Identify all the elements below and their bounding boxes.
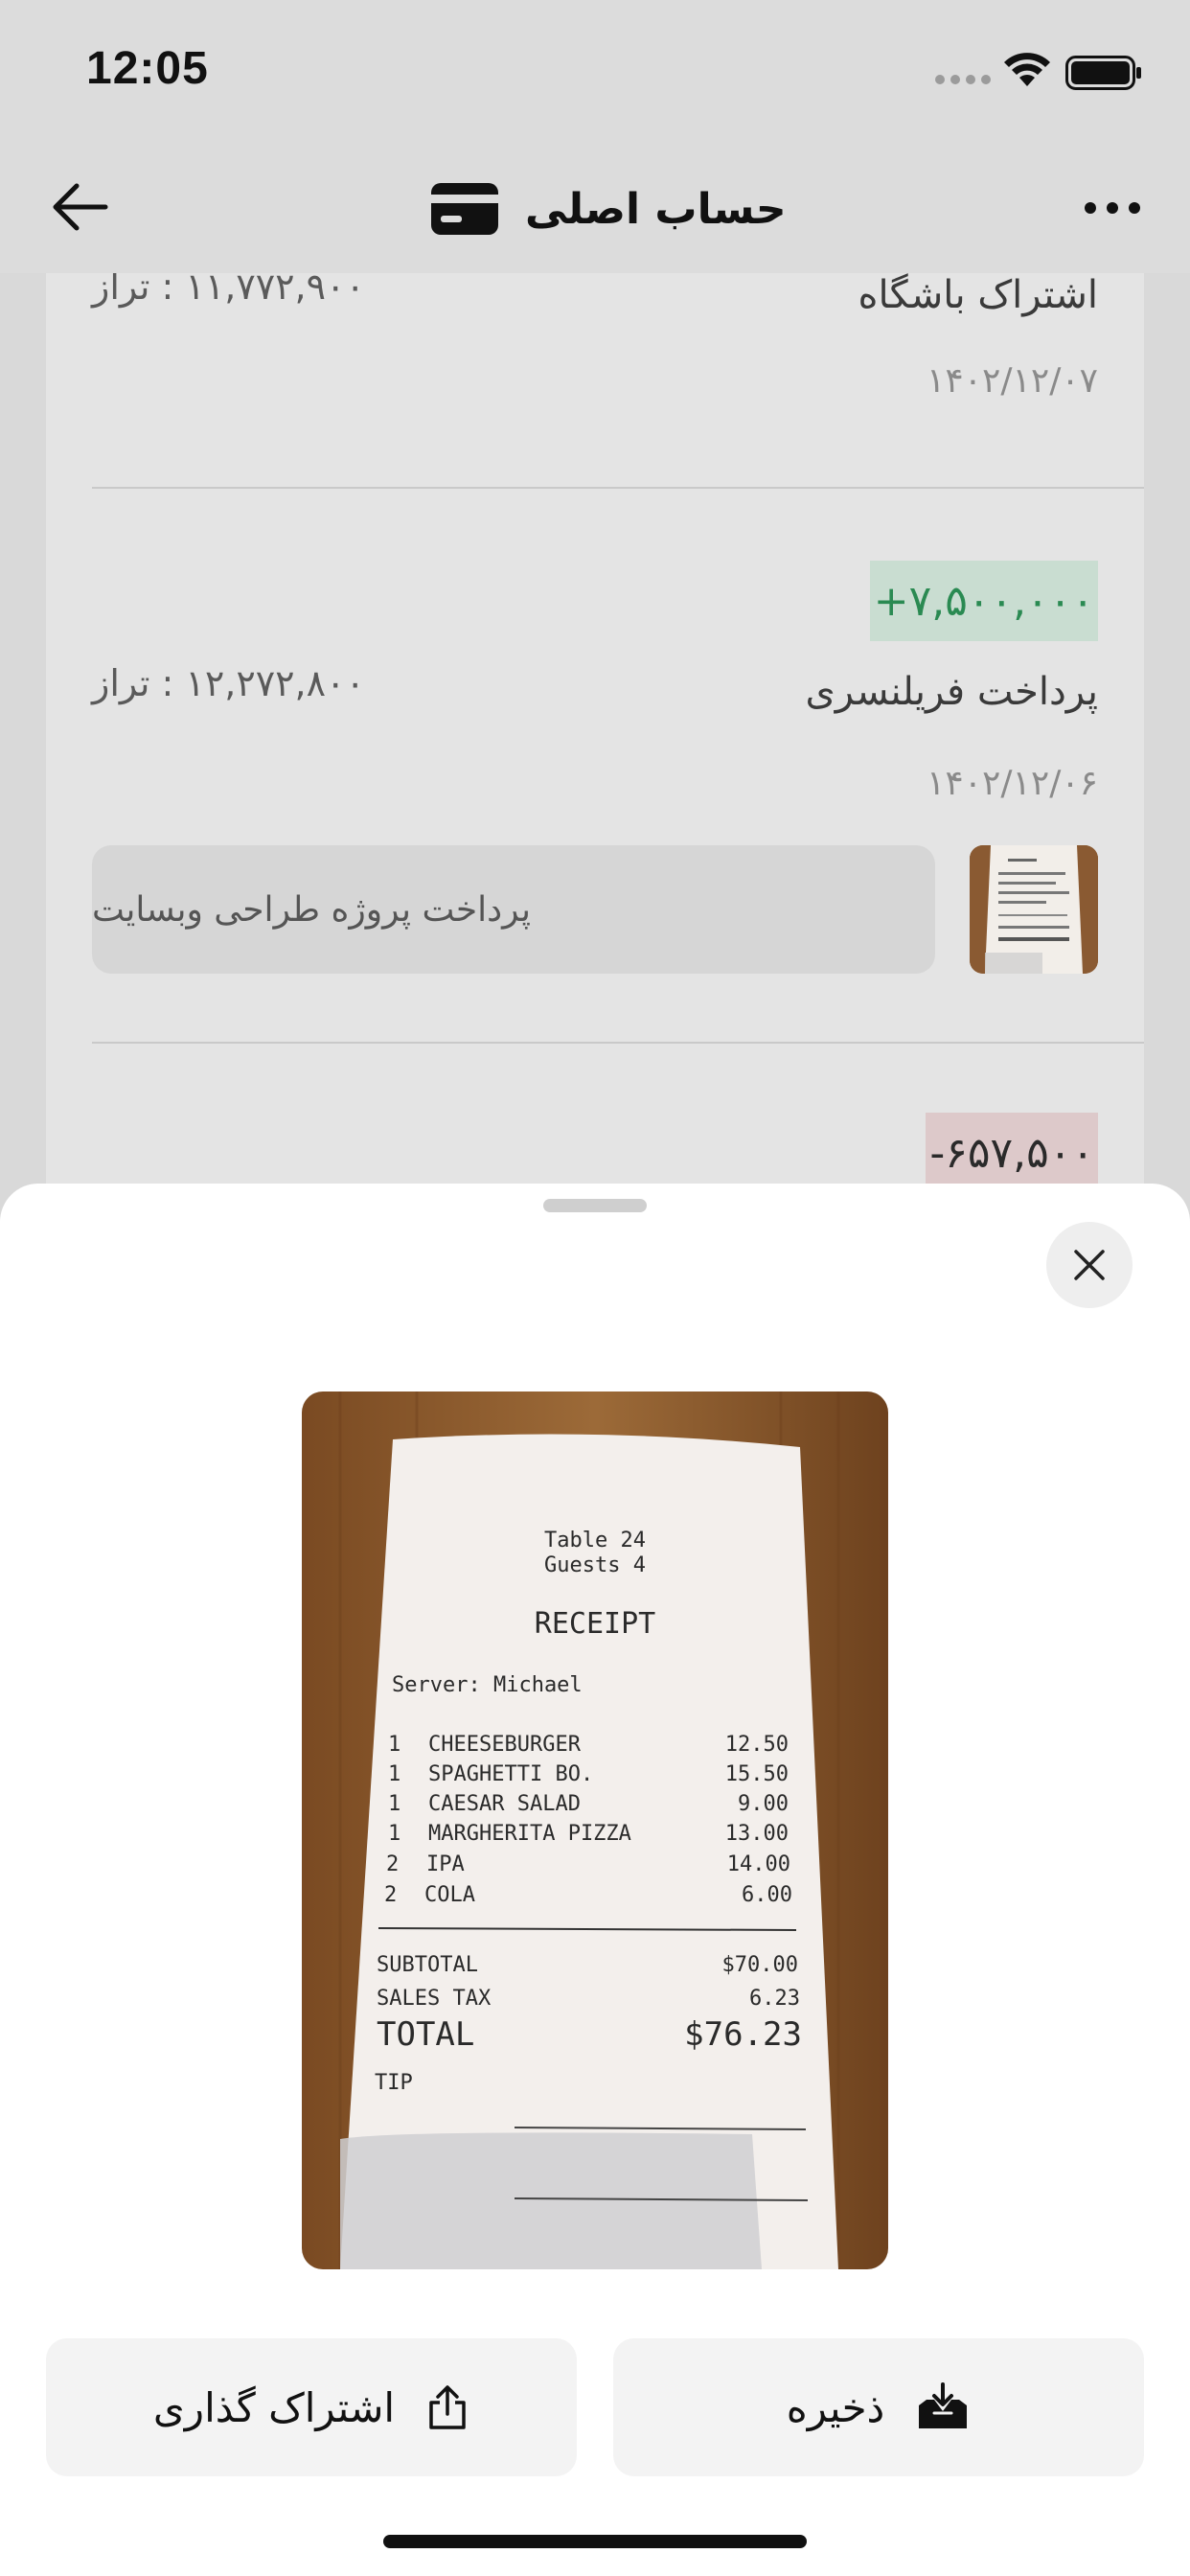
divider	[92, 1042, 1144, 1044]
close-button[interactable]	[1046, 1222, 1133, 1308]
wifi-icon	[1004, 53, 1050, 86]
receipt-total: $76.23	[684, 2015, 802, 2054]
close-icon	[1074, 1250, 1105, 1280]
receipt-thumbnail[interactable]	[970, 845, 1098, 974]
receipt-sheet: Table 24 Guests 4 RECEIPT Server: Michae…	[0, 1184, 1190, 2576]
svg-text:1: 1	[388, 1762, 400, 1786]
transaction-title[interactable]: اشتراک باشگاه	[858, 273, 1098, 317]
svg-text:2: 2	[384, 1883, 397, 1907]
svg-text:1: 1	[388, 1733, 400, 1757]
transaction-balance: ۱۱,۷۷۲,۹۰۰ : تراز	[92, 273, 365, 308]
svg-text:CHEESEBURGER: CHEESEBURGER	[428, 1733, 582, 1757]
more-horizontal-icon[interactable]	[1081, 196, 1144, 219]
svg-text:SPAGHETTI BO.: SPAGHETTI BO.	[428, 1762, 593, 1786]
transaction-date: ۱۴۰۲/۱۲/۰۷	[927, 361, 1098, 401]
save-button[interactable]: ذخیره	[613, 2338, 1144, 2476]
receipt-server: Server: Michael	[392, 1673, 583, 1697]
receipt-image: Table 24 Guests 4 RECEIPT Server: Michae…	[302, 1392, 888, 2269]
svg-text:1: 1	[388, 1822, 400, 1846]
tray-download-icon	[919, 2382, 968, 2428]
divider	[92, 487, 1144, 489]
transaction-amount-expense: -۶۵۷,۵۰۰	[926, 1113, 1098, 1193]
transaction-list: اشتراک باشگاه ۱۱,۷۷۲,۹۰۰ : تراز ۱۴۰۲/۱۲/…	[46, 273, 1144, 1193]
battery-icon	[1065, 56, 1141, 90]
svg-text:13.00: 13.00	[725, 1822, 789, 1846]
svg-text:12.50: 12.50	[725, 1733, 789, 1757]
svg-text:9.00: 9.00	[738, 1792, 789, 1816]
receipt-subtotal-label: SUBTOTAL	[377, 1953, 478, 1977]
status-time: 12:05	[86, 43, 209, 94]
save-button-label: ذخیره	[786, 2383, 885, 2431]
receipt-tip-label: TIP	[375, 2071, 413, 2095]
receipt-title: RECEIPT	[535, 1607, 655, 1641]
svg-text:IPA: IPA	[426, 1852, 465, 1876]
receipt-thumbnail-image	[970, 845, 1098, 974]
home-indicator	[383, 2535, 807, 2548]
receipt-header-line: Guests 4	[544, 1553, 646, 1577]
sheet-grabber[interactable]	[543, 1199, 647, 1212]
page-title: حساب اصلی	[431, 171, 787, 247]
status-bar: 12:05	[0, 0, 1190, 144]
svg-text:MARGHERITA PIZZA: MARGHERITA PIZZA	[428, 1822, 631, 1846]
svg-text:COLA: COLA	[424, 1883, 475, 1907]
transaction-amount-income: +۷,۵۰۰,۰۰۰	[869, 561, 1098, 641]
receipt-total-label: TOTAL	[377, 2015, 474, 2054]
svg-text:6.00: 6.00	[742, 1883, 792, 1907]
nav-bar: حساب اصلی	[0, 144, 1190, 273]
receipt-item: 1 MARGHERITA PIZZA 13.00	[388, 1822, 789, 1846]
share-icon	[429, 2385, 466, 2429]
transaction-note: پرداخت پروژه طراحی وبسایت	[92, 845, 935, 974]
transaction-date: ۱۴۰۲/۱۲/۰۶	[927, 764, 1098, 803]
receipt-item: 1 SPAGHETTI BO. 15.50	[388, 1762, 789, 1786]
svg-text:2: 2	[386, 1852, 399, 1876]
receipt-tax: 6.23	[749, 1987, 800, 2011]
cellular-signal-icon	[935, 75, 991, 84]
transaction-title[interactable]: پرداخت فریلنسری	[805, 670, 1098, 714]
transaction-balance: ۱۲,۲۷۲,۸۰۰ : تراز	[92, 662, 365, 704]
page-title-text: حساب اصلی	[525, 184, 787, 234]
svg-text:CAESAR SALAD: CAESAR SALAD	[428, 1792, 581, 1816]
share-button-label: اشتراک گذاری	[152, 2383, 396, 2431]
receipt-tax-label: SALES TAX	[377, 1987, 492, 2011]
credit-card-icon	[431, 183, 498, 235]
svg-text:15.50: 15.50	[725, 1762, 789, 1786]
svg-text:14.00: 14.00	[727, 1852, 790, 1876]
svg-text:1: 1	[388, 1792, 400, 1816]
receipt-subtotal: $70.00	[722, 1953, 798, 1977]
receipt-header-line: Table 24	[544, 1529, 646, 1552]
arrow-left-icon[interactable]	[48, 178, 111, 236]
share-button[interactable]: اشتراک گذاری	[46, 2338, 577, 2476]
